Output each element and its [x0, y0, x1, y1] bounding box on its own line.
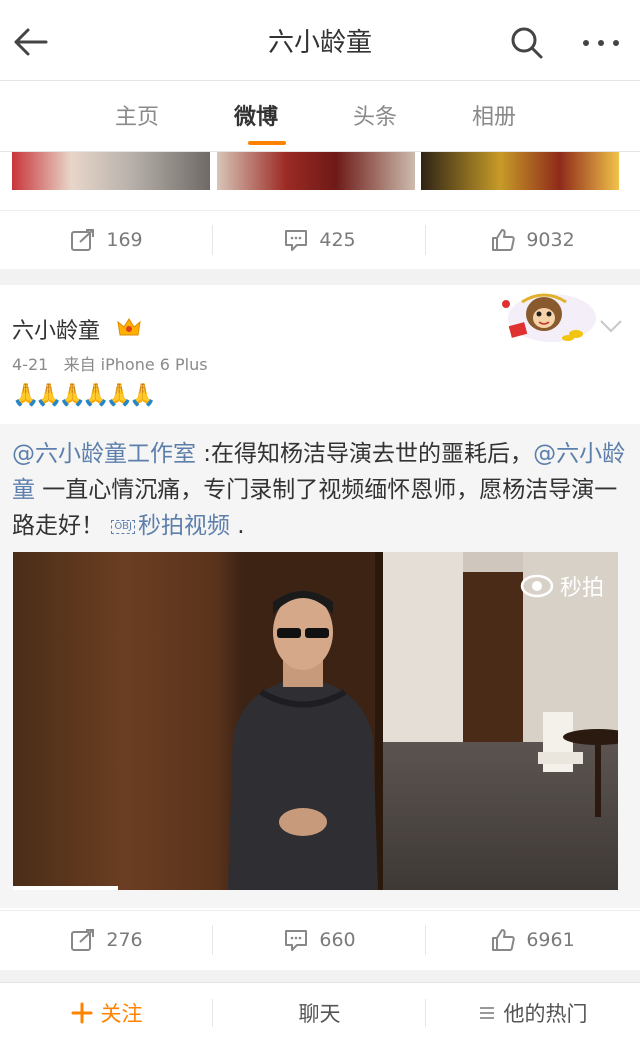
post-action-bar: 169 425 9032	[0, 210, 640, 269]
back-arrow-icon[interactable]	[10, 22, 50, 62]
vip-crown-icon[interactable]	[116, 316, 142, 338]
video-link-icon: OBJ	[111, 519, 135, 534]
post-time: 4-21	[12, 355, 49, 374]
active-tab-indicator	[248, 141, 286, 145]
thumbs-up-icon	[492, 229, 516, 251]
monkey-sticker-icon	[502, 293, 596, 342]
video-progress	[13, 886, 118, 890]
tab-headlines[interactable]: 头条	[330, 81, 420, 151]
chevron-down-icon[interactable]	[598, 317, 624, 335]
profile-tabs: 主页 微博 头条 相册	[0, 81, 640, 152]
more-dots-icon[interactable]	[580, 24, 622, 62]
mention-link[interactable]: @六小龄童工作室	[12, 441, 196, 467]
plus-icon	[71, 1002, 92, 1024]
repost-button[interactable]: 276	[0, 911, 213, 969]
list-icon	[479, 1007, 494, 1019]
comment-button[interactable]: 425	[213, 211, 426, 269]
comment-icon	[285, 230, 308, 251]
video-frame	[13, 552, 618, 890]
like-button[interactable]: 6961	[426, 911, 639, 969]
eye-logo-icon	[520, 574, 554, 598]
like-count: 6961	[526, 929, 575, 951]
comment-count: 660	[319, 929, 356, 951]
post-card: 六小龄童 4-21 来自 iPhone 6 Plus 🙏🙏🙏🙏🙏🙏 @六小龄童工…	[0, 285, 640, 970]
post-card: 169 425 9032	[0, 152, 640, 269]
repost-count: 276	[106, 929, 143, 951]
bottom-bar: 关注 聊天 他的热门	[0, 982, 640, 1043]
post-image-thumbnail[interactable]	[217, 152, 415, 190]
video-watermark: 秒拍	[520, 570, 604, 602]
like-button[interactable]: 9032	[426, 211, 639, 269]
repost-button[interactable]: 169	[0, 211, 213, 269]
hot-posts-button[interactable]: 他的热门	[426, 983, 639, 1043]
comment-count: 425	[319, 229, 356, 251]
repost-icon	[71, 929, 95, 951]
follow-button[interactable]: 关注	[0, 983, 213, 1043]
post-meta: 4-21 来自 iPhone 6 Plus	[12, 351, 208, 375]
post-author[interactable]: 六小龄童	[12, 313, 100, 345]
video-link[interactable]: OBJ 秒拍视频	[111, 513, 230, 539]
thumbs-up-icon	[492, 929, 516, 951]
comment-button[interactable]: 660	[213, 911, 426, 969]
search-icon[interactable]	[508, 24, 546, 62]
post-source: 来自 iPhone 6 Plus	[63, 355, 208, 374]
repost-icon	[71, 229, 95, 251]
chat-button[interactable]: 聊天	[213, 983, 426, 1043]
tab-home[interactable]: 主页	[92, 81, 182, 151]
top-bar: 六小龄童	[0, 0, 640, 81]
video-player[interactable]: 秒拍	[13, 552, 618, 890]
post-image-thumbnail[interactable]	[421, 152, 619, 190]
tab-album[interactable]: 相册	[449, 81, 539, 151]
comment-icon	[285, 930, 308, 951]
reposted-text: @六小龄童工作室 :在得知杨洁导演去世的噩耗后，@六小龄童 一直心情沉痛，专门录…	[12, 441, 626, 539]
reposted-content[interactable]: @六小龄童工作室 :在得知杨洁导演去世的噩耗后，@六小龄童 一直心情沉痛，专门录…	[0, 424, 640, 908]
post-action-bar: 276 660 6961	[0, 910, 640, 969]
post-text-emoji: 🙏🙏🙏🙏🙏🙏	[12, 383, 156, 408]
repost-count: 169	[106, 229, 143, 251]
post-image-thumbnail[interactable]	[12, 152, 210, 190]
tab-weibo[interactable]: 微博	[211, 81, 301, 151]
like-count: 9032	[526, 229, 575, 251]
